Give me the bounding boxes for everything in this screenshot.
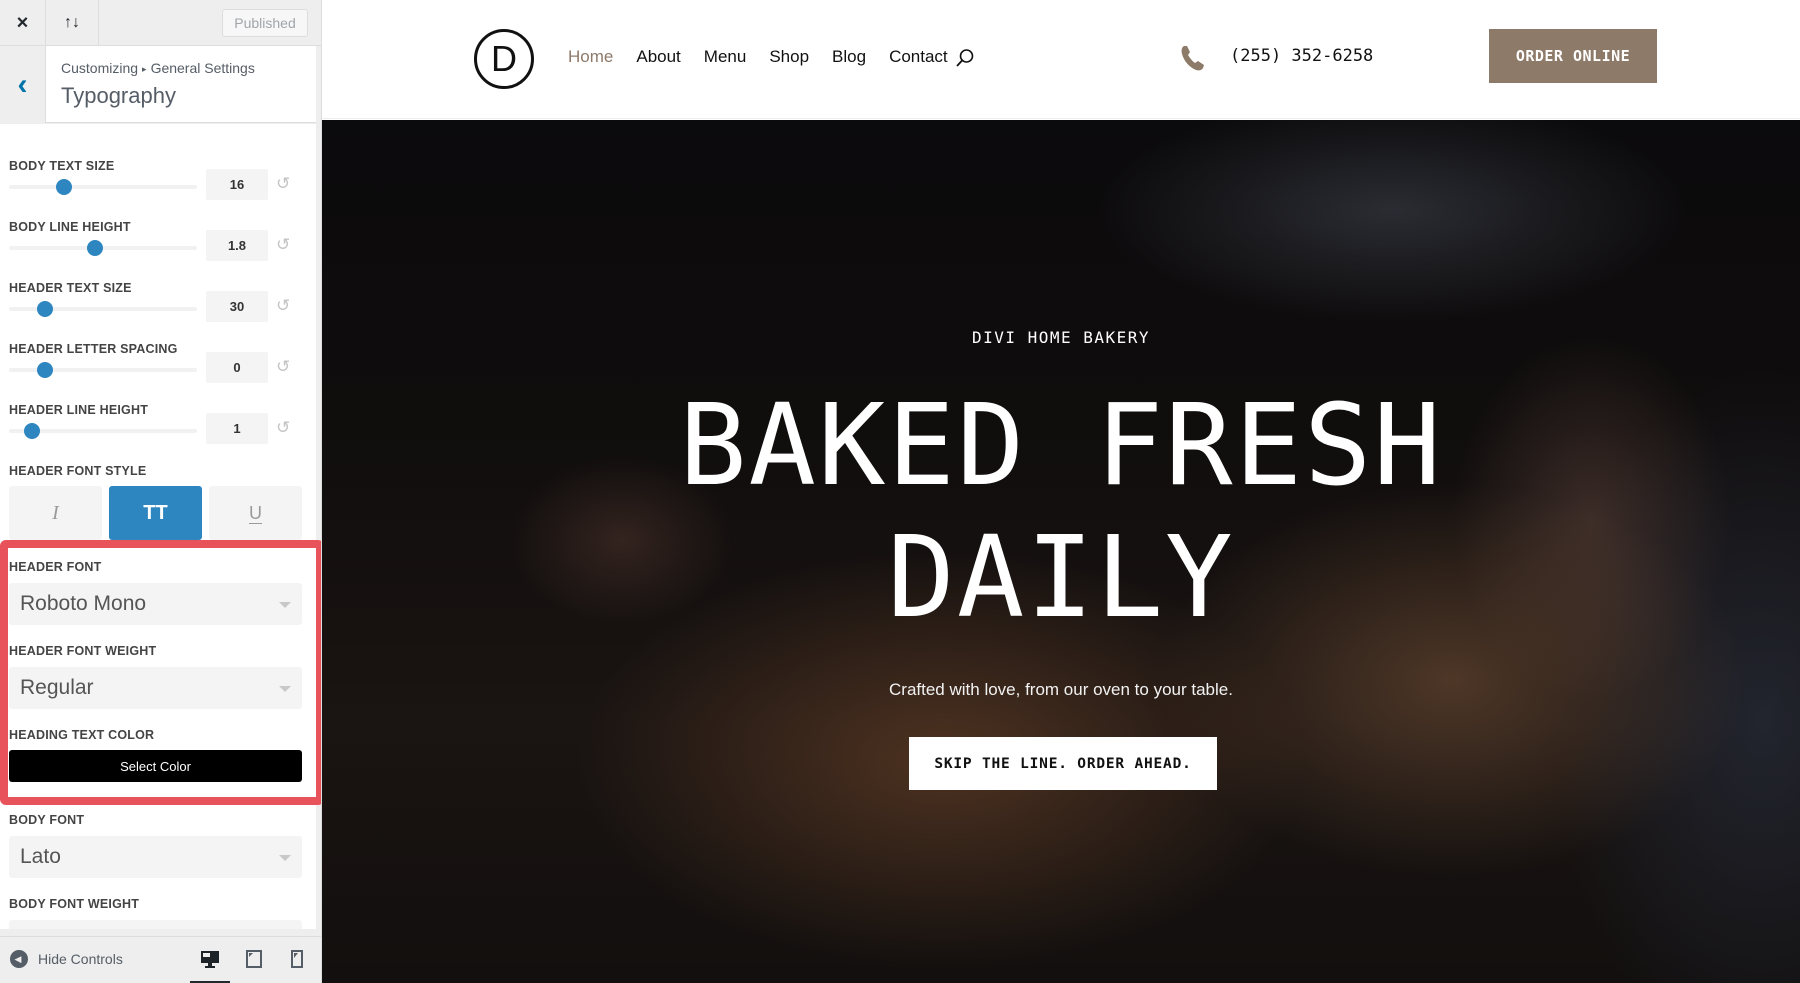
reset-icon[interactable]: ↺ — [276, 175, 294, 193]
italic-toggle[interactable]: I — [9, 486, 102, 540]
reset-icon[interactable]: ↺ — [276, 419, 294, 437]
reset-icon[interactable]: ↺ — [276, 236, 294, 254]
body-text-size-slider[interactable] — [9, 179, 197, 195]
customizer-topbar: × ↑↓ Published — [0, 0, 321, 46]
header-text-size-label: HEADER TEXT SIZE — [9, 281, 132, 295]
nav-item-home[interactable]: Home — [568, 47, 613, 67]
close-button[interactable]: × — [0, 0, 46, 46]
nav-item-about[interactable]: About — [636, 47, 680, 67]
header-font-weight-value: Regular — [20, 676, 94, 699]
section-header: ‹ Customizing ▸ General Settings Typograph… — [0, 46, 316, 123]
slider-handle[interactable] — [36, 362, 53, 378]
desktop-icon — [201, 951, 219, 968]
slider-handle[interactable] — [87, 240, 104, 256]
body-font-select[interactable]: Lato — [9, 836, 302, 878]
site-logo[interactable]: D — [474, 29, 534, 89]
main-nav: Home About Menu Shop Blog Contact — [568, 47, 948, 67]
chevron-down-icon — [279, 686, 291, 692]
breadcrumb-root: Customizing — [61, 60, 139, 76]
underline-icon: U — [249, 502, 262, 523]
heading-text-color-label: HEADING TEXT COLOR — [9, 728, 155, 742]
site-preview: D Home About Menu Shop Blog Contact (255… — [322, 0, 1800, 983]
reset-icon[interactable]: ↺ — [276, 358, 294, 376]
order-ahead-button[interactable]: SKIP THE LINE. ORDER AHEAD. — [909, 737, 1217, 790]
hide-controls-button[interactable]: ◀ Hide Controls — [10, 950, 123, 968]
slider-handle[interactable] — [23, 423, 40, 439]
body-font-label: BODY FONT — [9, 813, 85, 827]
headline-line-2: DAILY — [887, 513, 1235, 643]
nav-item-menu[interactable]: Menu — [704, 47, 747, 67]
body-line-height-input[interactable]: 1.8 — [206, 230, 268, 261]
header-line-height-slider[interactable] — [9, 423, 197, 439]
nav-item-shop[interactable]: Shop — [769, 47, 809, 67]
hero-section: DIVI HOME BAKERY BAKED FRESH DAILY Craft… — [322, 120, 1800, 983]
select-color-button[interactable]: Select Color — [9, 750, 302, 782]
collapse-arrow-icon: ◀ — [10, 950, 28, 968]
chevron-down-icon — [279, 602, 291, 608]
body-line-height-label: BODY LINE HEIGHT — [9, 220, 131, 234]
breadcrumb-separator-icon: ▸ — [142, 64, 147, 74]
breadcrumb-parent: General Settings — [150, 60, 255, 76]
search-icon[interactable] — [955, 48, 975, 68]
headline-line-1: BAKED FRESH — [679, 381, 1443, 511]
uppercase-toggle[interactable]: TT — [109, 486, 202, 540]
slider-handle[interactable] — [36, 301, 53, 317]
hero-eyebrow: DIVI HOME BAKERY — [971, 328, 1151, 347]
header-font-label: HEADER FONT — [9, 560, 102, 574]
hero-subtitle: Crafted with love, from our oven to your… — [889, 680, 1233, 699]
header-letter-spacing-slider[interactable] — [9, 362, 197, 378]
header-line-height-input[interactable]: 1 — [206, 413, 268, 444]
header-font-value: Roboto Mono — [20, 592, 147, 615]
body-text-size-label: BODY TEXT SIZE — [9, 159, 115, 173]
header-font-select[interactable]: Roboto Mono — [9, 583, 302, 625]
phone-number[interactable]: (255) 352-6258 — [1230, 46, 1373, 66]
back-button[interactable]: ‹ — [0, 46, 46, 123]
body-text-size-input[interactable]: 16 — [206, 169, 268, 200]
desktop-preview-button[interactable] — [190, 948, 230, 983]
header-letter-spacing-label: HEADER LETTER SPACING — [9, 342, 178, 356]
tablet-icon — [246, 950, 262, 968]
italic-icon: I — [52, 501, 59, 524]
sort-arrows-icon: ↑↓ — [64, 14, 80, 31]
body-font-value: Lato — [20, 845, 61, 868]
reset-icon[interactable]: ↺ — [276, 297, 294, 315]
mobile-icon — [291, 950, 303, 968]
site-header: D Home About Menu Shop Blog Contact (255… — [322, 0, 1800, 119]
customizer-footer: ◀ Hide Controls — [0, 936, 321, 983]
header-font-weight-label: HEADER FONT WEIGHT — [9, 644, 157, 658]
logo-letter: D — [491, 38, 517, 79]
header-text-size-slider[interactable] — [9, 301, 197, 317]
uppercase-icon: TT — [143, 501, 168, 524]
body-font-weight-label: BODY FONT WEIGHT — [9, 897, 140, 911]
chevron-left-icon: ‹ — [17, 67, 28, 101]
order-online-button[interactable]: ORDER ONLINE — [1489, 29, 1657, 83]
close-icon: × — [16, 11, 29, 34]
header-line-height-label: HEADER LINE HEIGHT — [9, 403, 149, 417]
controls-panel: BODY TEXT SIZE 16 ↺ BODY LINE HEIGHT 1.8… — [0, 124, 316, 929]
header-text-size-input[interactable]: 30 — [206, 291, 268, 322]
body-font-weight-select[interactable]: Regular — [9, 920, 302, 929]
hide-controls-label: Hide Controls — [38, 951, 123, 967]
reorder-button[interactable]: ↑↓ — [46, 0, 99, 46]
header-font-weight-select[interactable]: Regular — [9, 667, 302, 709]
section-title: Typography — [61, 83, 176, 108]
nav-item-blog[interactable]: Blog — [832, 47, 866, 67]
chevron-down-icon — [279, 855, 291, 861]
customizer-sidebar: × ↑↓ Published ‹ Customizing ▸ General Set… — [0, 0, 322, 983]
hero-headline: BAKED FRESH DAILY — [322, 380, 1800, 644]
mobile-preview-button[interactable] — [286, 948, 308, 970]
header-font-style-label: HEADER FONT STYLE — [9, 464, 147, 478]
nav-item-contact[interactable]: Contact — [889, 47, 948, 67]
slider-handle[interactable] — [55, 179, 72, 195]
underline-toggle[interactable]: U — [209, 486, 302, 540]
header-letter-spacing-input[interactable]: 0 — [206, 352, 268, 383]
breadcrumb: Customizing ▸ General Settings — [61, 60, 255, 76]
body-line-height-slider[interactable] — [9, 240, 197, 256]
tablet-preview-button[interactable] — [243, 948, 265, 970]
phone-icon — [1181, 46, 1204, 71]
publish-button[interactable]: Published — [222, 9, 308, 37]
